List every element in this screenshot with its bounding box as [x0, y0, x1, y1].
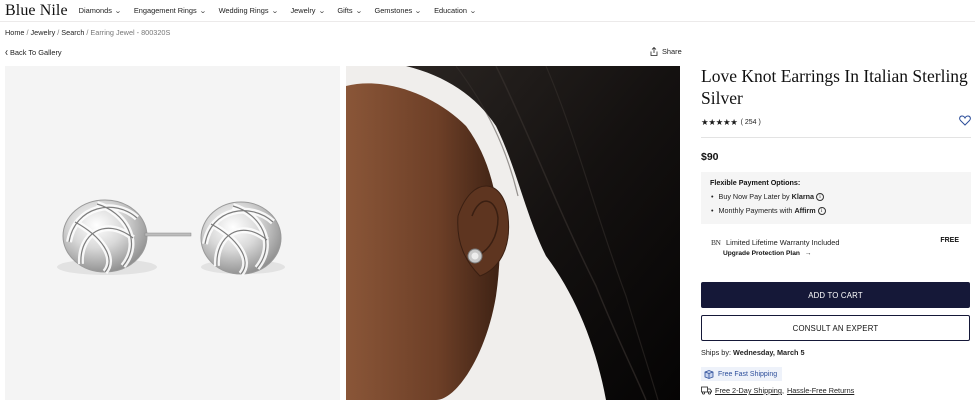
- brand-logo[interactable]: Blue Nile: [5, 2, 68, 20]
- breadcrumb-separator: /: [26, 28, 29, 37]
- bullet-icon: •: [711, 206, 714, 215]
- nav-item-diamonds[interactable]: Diamonds ⌄: [78, 6, 122, 15]
- payment-option-affirm: • Monthly Payments with Affirm i: [710, 206, 962, 215]
- free-fast-shipping-badge: Free Fast Shipping: [701, 367, 783, 381]
- share-icon: [650, 47, 658, 56]
- klarna-brand: Klarna: [791, 192, 815, 201]
- nav-item-gifts[interactable]: Gifts ⌄: [337, 6, 363, 15]
- chevron-down-icon: ⌄: [414, 7, 423, 15]
- model-image[interactable]: [346, 66, 680, 400]
- nav-item-jewelry[interactable]: Jewelry ⌄: [290, 6, 326, 15]
- payment-options-heading: Flexible Payment Options:: [710, 178, 801, 187]
- ships-by-label: Ships by:: [701, 348, 732, 357]
- share-button[interactable]: Share: [650, 47, 682, 56]
- nav-item-label: Gemstones: [374, 6, 413, 15]
- chevron-down-icon: ⌄: [198, 7, 207, 15]
- heart-icon[interactable]: [959, 115, 971, 126]
- nav-item-label: Gifts: [337, 6, 353, 15]
- breadcrumb-home[interactable]: Home: [5, 28, 24, 37]
- nav-item-wedding-rings[interactable]: Wedding Rings ⌄: [218, 6, 279, 15]
- divider: [701, 137, 971, 138]
- breadcrumb: Home / Jewelry / Search / Earring Jewel …: [5, 28, 170, 37]
- nav-item-gemstones[interactable]: Gemstones ⌄: [374, 6, 423, 15]
- nav-item-education[interactable]: Education ⌄: [434, 6, 477, 15]
- klarna-prefix: Buy Now Pay Later by: [718, 192, 790, 201]
- product-price: $90: [701, 151, 719, 163]
- shipping-separator: ,: [781, 386, 784, 395]
- product-title: Love Knot Earrings In Italian Sterling S…: [701, 66, 968, 108]
- nav-item-label: Engagement Rings: [133, 6, 197, 15]
- breadcrumb-search[interactable]: Search: [61, 28, 84, 37]
- payment-options-box: Flexible Payment Options: • Buy Now Pay …: [701, 172, 971, 224]
- shipping-box-icon: [704, 369, 714, 379]
- affirm-prefix: Monthly Payments with: [718, 206, 793, 215]
- breadcrumb-separator: /: [86, 28, 89, 37]
- breadcrumb-current: Earring Jewel - 800320S: [90, 28, 171, 37]
- nav-item-label: Jewelry: [290, 6, 316, 15]
- ships-by-date: Wednesday, March 5: [733, 348, 805, 357]
- shipping-returns-line: Free 2-Day Shipping , Hassle-Free Return…: [701, 386, 854, 395]
- consult-expert-button[interactable]: CONSULT AN EXPERT: [701, 315, 970, 341]
- ships-by: Ships by: Wednesday, March 5: [701, 348, 805, 357]
- truck-icon: [701, 386, 712, 395]
- warranty-free-label: FREE: [940, 237, 959, 244]
- add-to-cart-button[interactable]: ADD TO CART: [701, 282, 970, 308]
- breadcrumb-separator: /: [57, 28, 60, 37]
- back-to-gallery-link[interactable]: ‹ Back To Gallery: [5, 45, 62, 59]
- chevron-left-icon: ‹: [5, 45, 8, 59]
- bn-logo-icon: BN: [711, 238, 721, 247]
- bullet-icon: •: [711, 192, 714, 201]
- free-fast-shipping-label: Free Fast Shipping: [718, 370, 778, 378]
- nav-item-engagement-rings[interactable]: Engagement Rings ⌄: [133, 6, 207, 15]
- warranty-section: BN Limited Lifetime Warranty Included FR…: [701, 232, 971, 264]
- main-menu: Diamonds ⌄ Engagement Rings ⌄ Wedding Ring…: [79, 6, 489, 15]
- rating-stars: ★★★★★: [701, 117, 738, 127]
- chevron-down-icon: ⌄: [354, 7, 363, 15]
- info-icon[interactable]: i: [817, 206, 826, 215]
- hassle-free-returns-link[interactable]: Hassle-Free Returns: [787, 386, 854, 395]
- product-rating[interactable]: ★★★★★ ( 254 ): [701, 117, 761, 128]
- chevron-down-icon: ⌄: [270, 7, 279, 15]
- product-image[interactable]: [5, 66, 340, 400]
- chevron-down-icon: ⌄: [317, 7, 326, 15]
- breadcrumb-jewelry[interactable]: Jewelry: [31, 28, 56, 37]
- payment-option-klarna: • Buy Now Pay Later by Klarna i: [710, 192, 962, 201]
- model-wearing-earring-image: [346, 66, 680, 400]
- nav-item-label: Diamonds: [78, 6, 112, 15]
- affirm-brand: Affirm: [794, 206, 816, 215]
- nav-item-label: Wedding Rings: [218, 6, 269, 15]
- back-label: Back To Gallery: [10, 47, 62, 57]
- arrow-right-icon: →: [804, 250, 812, 257]
- share-label: Share: [662, 47, 682, 56]
- chevron-down-icon: ⌄: [469, 7, 477, 15]
- chevron-down-icon: ⌄: [114, 7, 122, 15]
- review-count: ( 254 ): [740, 119, 761, 126]
- warranty-text: Limited Lifetime Warranty Included: [726, 238, 840, 247]
- info-icon[interactable]: i: [816, 192, 825, 201]
- upgrade-label: Upgrade Protection Plan: [723, 250, 800, 257]
- top-nav: Blue Nile Diamonds ⌄ Engagement Rings ⌄ We…: [0, 0, 975, 22]
- earrings-image: [57, 199, 285, 276]
- nav-item-label: Education: [434, 6, 467, 15]
- two-day-shipping-link[interactable]: Free 2-Day Shipping: [715, 386, 782, 395]
- upgrade-protection-plan-link[interactable]: Upgrade Protection Plan →: [723, 250, 811, 257]
